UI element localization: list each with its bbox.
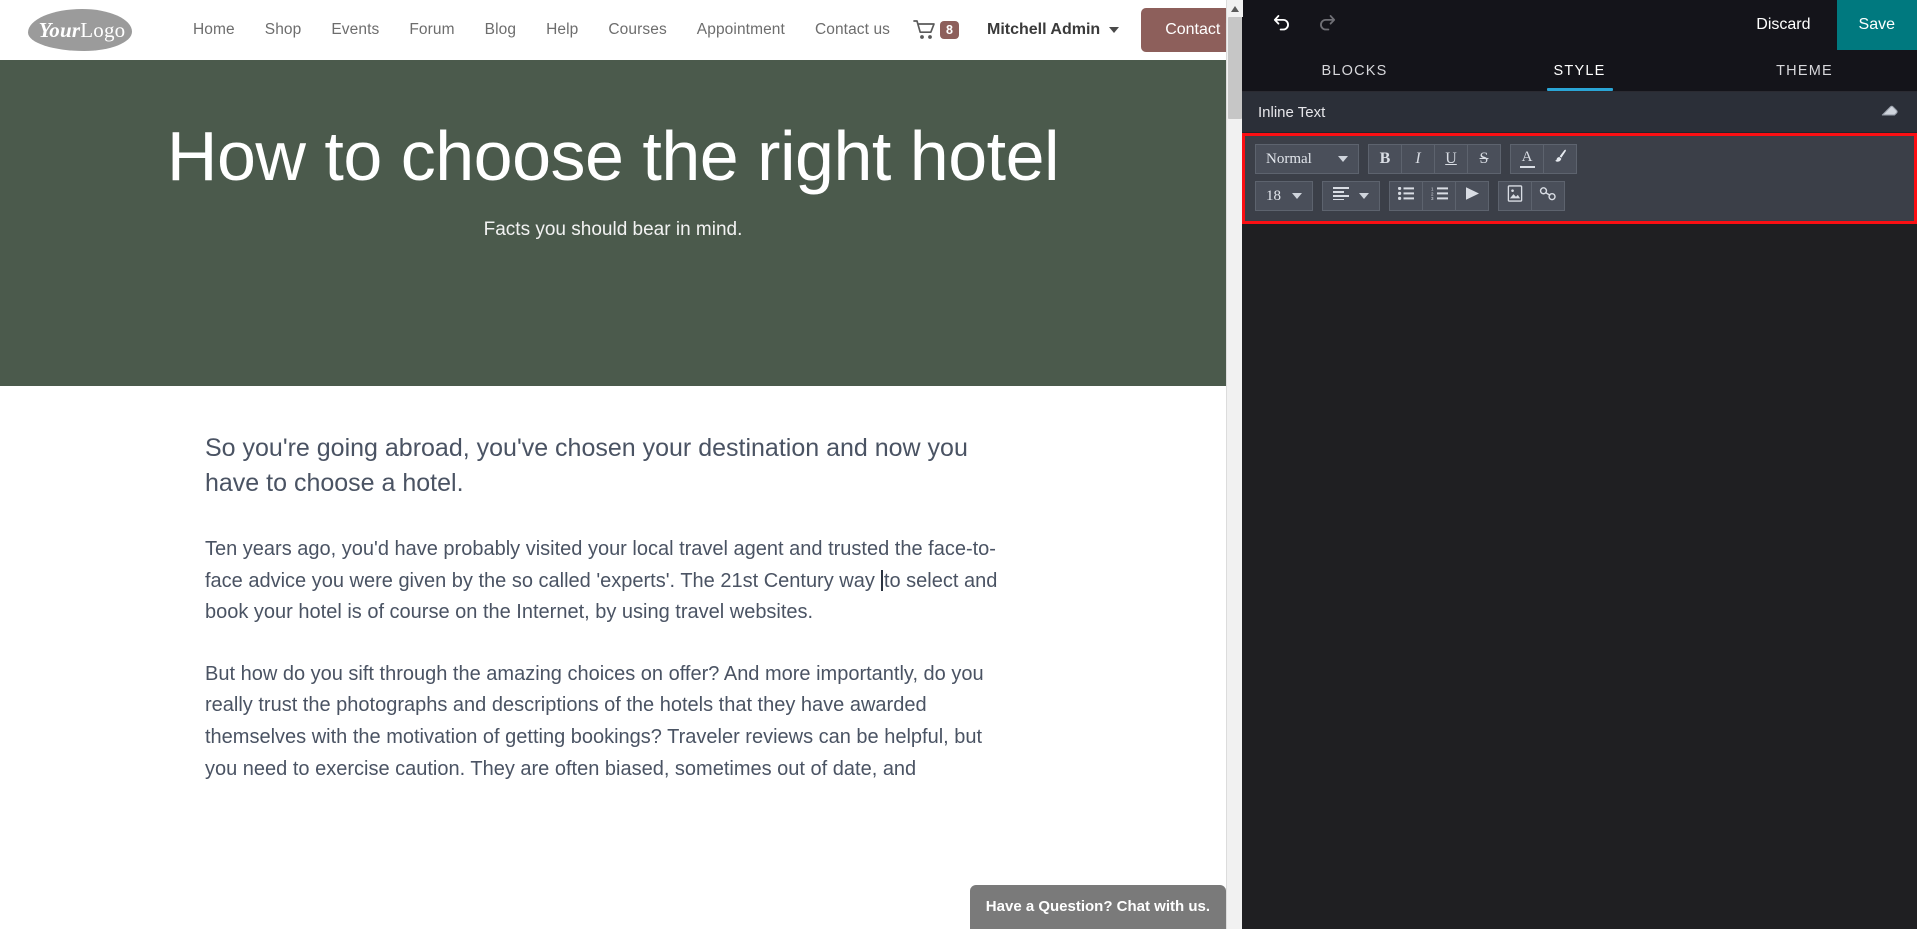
inline-text-section-header: Inline Text: [1242, 92, 1917, 133]
chevron-down-icon: [1338, 156, 1348, 162]
logo-light-text: Logo: [80, 18, 126, 42]
list-group: 1 2 3: [1389, 181, 1489, 211]
tab-style[interactable]: STYLE: [1467, 50, 1692, 91]
nav-link-appointment[interactable]: Appointment: [682, 15, 800, 45]
nav-link-help[interactable]: Help: [531, 15, 593, 45]
paragraph-2-part-before-cursor: Ten years ago, you'd have probably visit…: [205, 538, 996, 592]
background-color-button[interactable]: [1543, 144, 1577, 174]
nav-links: Home Shop Events Forum Blog Help Courses…: [178, 15, 905, 45]
toolbar-row-2: 18 1 2 3: [1255, 181, 1904, 211]
bulleted-list-icon: [1398, 186, 1414, 205]
article-paragraph-3[interactable]: But how do you sift through the amazing …: [205, 659, 1005, 785]
site-navbar: YourLogo Home Shop Events Forum Blog Hel…: [0, 0, 1226, 60]
user-name: Mitchell Admin: [987, 21, 1101, 38]
paragraph-style-select[interactable]: Normal: [1255, 144, 1359, 174]
font-color-button[interactable]: A: [1510, 144, 1544, 174]
play-triangle-icon: [1464, 186, 1481, 206]
unordered-list-button[interactable]: [1389, 181, 1423, 211]
text-align-select[interactable]: [1322, 181, 1380, 211]
media-button[interactable]: [1455, 181, 1489, 211]
italic-button[interactable]: I: [1401, 144, 1435, 174]
bold-button[interactable]: B: [1368, 144, 1402, 174]
italic-icon: I: [1415, 150, 1421, 167]
link-icon: [1539, 186, 1557, 206]
scroll-up-arrow-icon[interactable]: [1227, 0, 1243, 17]
nav-link-contact-us[interactable]: Contact us: [800, 15, 905, 45]
text-cursor: [881, 569, 883, 591]
discard-button[interactable]: Discard: [1730, 0, 1836, 50]
text-format-group: B I U S: [1368, 144, 1501, 174]
logo-bold-text: Your: [38, 18, 81, 42]
eraser-icon[interactable]: [1879, 101, 1901, 123]
inline-text-toolbar: Normal B I U S A 18 1 2 3: [1242, 133, 1917, 224]
editor-tabs: BLOCKS STYLE THEME: [1242, 50, 1917, 92]
insert-group: [1498, 181, 1565, 211]
section-title: Inline Text: [1258, 103, 1326, 121]
strikethrough-button[interactable]: S: [1467, 144, 1501, 174]
nav-link-forum[interactable]: Forum: [394, 15, 469, 45]
undo-icon: [1271, 12, 1292, 38]
tab-theme[interactable]: THEME: [1692, 50, 1917, 91]
font-color-icon: A: [1521, 149, 1533, 165]
cart-button[interactable]: 8: [905, 15, 969, 45]
nav-link-blog[interactable]: Blog: [470, 15, 531, 45]
editor-options-body: [1242, 224, 1917, 929]
nav-link-home[interactable]: Home: [178, 15, 250, 45]
page-title[interactable]: How to choose the right hotel: [167, 116, 1060, 197]
redo-button[interactable]: [1304, 2, 1350, 48]
font-size-value: 18: [1266, 187, 1281, 204]
insert-image-icon: [1507, 185, 1523, 207]
website-editor-panel: Discard Save BLOCKS STYLE THEME Inline T…: [1242, 0, 1917, 929]
article-body: So you're going abroad, you've chosen yo…: [0, 386, 1020, 785]
chevron-down-icon: [1359, 193, 1369, 199]
paragraph-style-value: Normal: [1266, 150, 1312, 167]
insert-link-button[interactable]: [1531, 181, 1565, 211]
page-subtitle[interactable]: Facts you should bear in mind.: [484, 219, 743, 241]
align-left-icon: [1333, 187, 1349, 205]
editor-actions: Discard Save: [1730, 0, 1917, 50]
logo-text: YourLogo: [34, 18, 130, 43]
font-size-select[interactable]: 18: [1255, 181, 1313, 211]
paint-brush-icon: [1552, 148, 1569, 170]
chevron-down-icon: [1292, 193, 1302, 199]
user-menu[interactable]: Mitchell Admin: [987, 21, 1120, 39]
numbered-list-icon: 1 2 3: [1431, 187, 1448, 205]
color-group: A: [1510, 144, 1577, 174]
toolbar-row-1: Normal B I U S A: [1255, 144, 1904, 174]
font-color-underline: [1519, 166, 1535, 168]
editor-topbar: Discard Save: [1242, 0, 1917, 50]
navbar-right-section: 8 Mitchell Admin Contact Us: [905, 8, 1226, 52]
save-button[interactable]: Save: [1836, 0, 1917, 50]
ordered-list-button[interactable]: 1 2 3: [1422, 181, 1456, 211]
bold-icon: B: [1379, 150, 1391, 167]
site-logo[interactable]: YourLogo: [22, 8, 140, 52]
underline-button[interactable]: U: [1434, 144, 1468, 174]
redo-icon: [1317, 12, 1338, 38]
website-preview: YourLogo Home Shop Events Forum Blog Hel…: [0, 0, 1226, 929]
hero-banner: How to choose the right hotel Facts you …: [0, 60, 1226, 386]
strikethrough-icon: S: [1479, 150, 1489, 167]
undo-button[interactable]: [1258, 2, 1304, 48]
scrollbar-thumb[interactable]: [1228, 17, 1242, 119]
nav-link-shop[interactable]: Shop: [250, 15, 317, 45]
tab-blocks[interactable]: BLOCKS: [1242, 50, 1467, 91]
article-paragraph-2[interactable]: Ten years ago, you'd have probably visit…: [205, 534, 1005, 629]
nav-link-events[interactable]: Events: [316, 15, 394, 45]
website-editor-app: YourLogo Home Shop Events Forum Blog Hel…: [0, 0, 1917, 929]
svg-text:3: 3: [1431, 196, 1434, 200]
nav-link-courses[interactable]: Courses: [593, 15, 681, 45]
underline-icon: U: [1445, 150, 1457, 167]
cart-count-badge: 8: [940, 20, 959, 40]
article-lead-paragraph[interactable]: So you're going abroad, you've chosen yo…: [205, 431, 1005, 500]
preview-scrollbar[interactable]: [1226, 0, 1243, 929]
contact-us-button[interactable]: Contact Us: [1141, 8, 1226, 52]
insert-image-button[interactable]: [1498, 181, 1532, 211]
chat-widget-button[interactable]: Have a Question? Chat with us.: [969, 885, 1226, 929]
chevron-down-icon: [1109, 27, 1120, 33]
shopping-cart-icon: [913, 19, 937, 41]
